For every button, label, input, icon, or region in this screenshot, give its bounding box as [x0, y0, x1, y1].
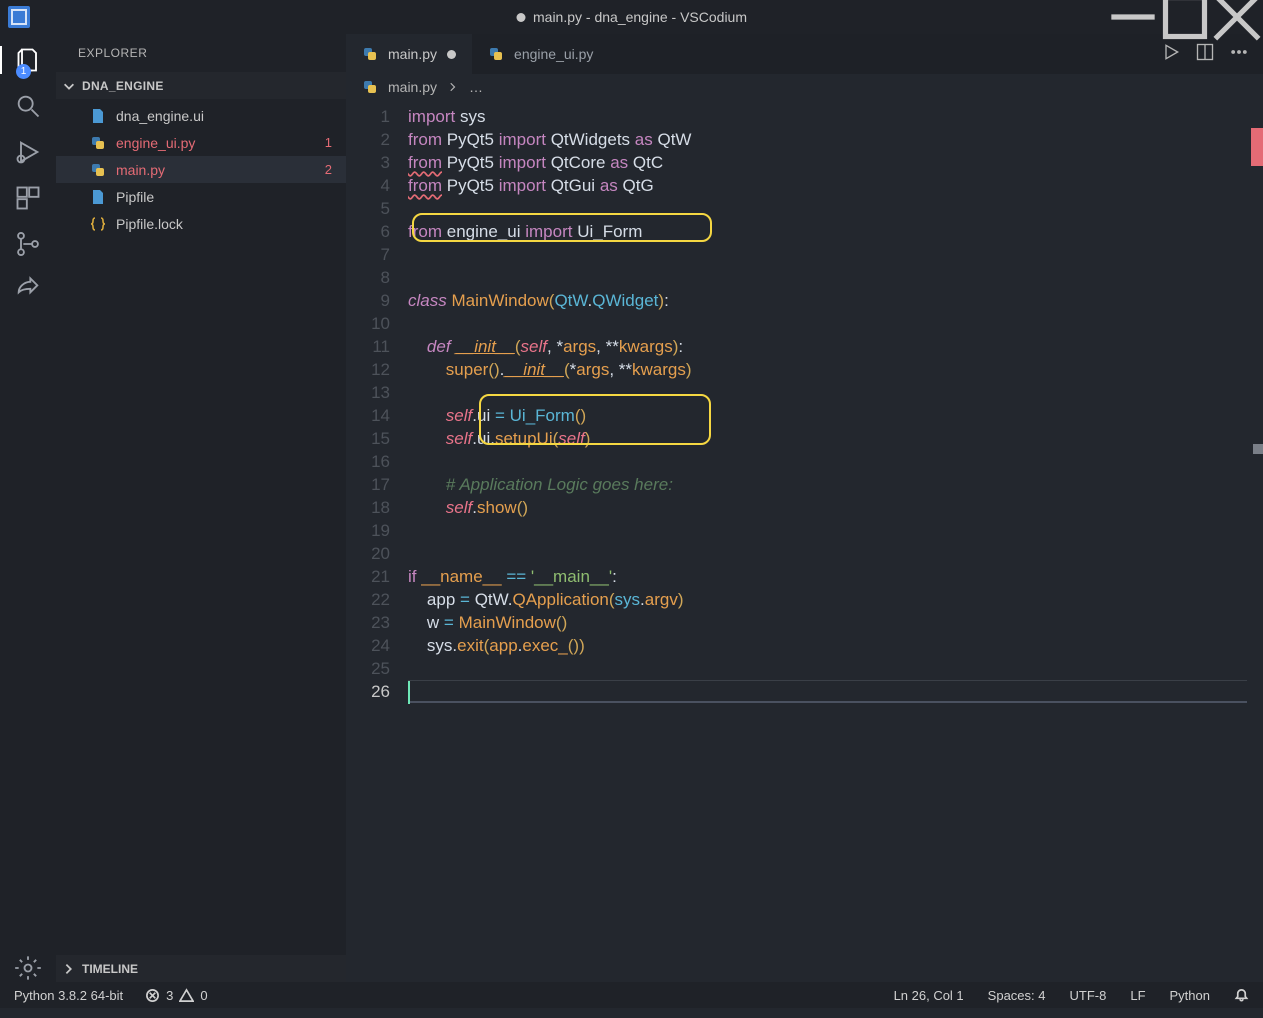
explorer-sidebar: EXPLORER DNA_ENGINE dna_engine.ui engine…: [56, 34, 346, 982]
file-tree: dna_engine.ui engine_ui.py 1 main.py 2 P…: [56, 99, 346, 240]
sidebar-folder-header[interactable]: DNA_ENGINE: [56, 72, 346, 99]
activity-settings[interactable]: [0, 954, 56, 982]
file-icon: [90, 189, 106, 205]
split-editor-button[interactable]: [1195, 42, 1215, 67]
overview-ruler[interactable]: [1247, 100, 1263, 982]
sidebar-title: EXPLORER: [56, 34, 346, 72]
explorer-badge: 1: [16, 64, 31, 79]
status-encoding[interactable]: UTF-8: [1070, 988, 1107, 1003]
modified-dot-icon: [447, 50, 456, 59]
overview-cursor-marker: [1253, 444, 1263, 454]
warning-icon: [179, 988, 194, 1003]
status-eol[interactable]: LF: [1130, 988, 1145, 1003]
status-problems[interactable]: 3 0: [145, 988, 207, 1003]
python-icon: [488, 46, 504, 62]
status-notifications[interactable]: [1234, 988, 1249, 1003]
json-icon: [90, 216, 106, 232]
status-cursor-position[interactable]: Ln 26, Col 1: [894, 988, 964, 1003]
modified-dot-icon: [516, 13, 525, 22]
app-icon: [8, 6, 30, 28]
python-icon: [362, 79, 378, 95]
activity-explorer[interactable]: 1: [0, 46, 56, 74]
breadcrumb[interactable]: main.py …: [346, 74, 1263, 100]
error-icon: [145, 988, 160, 1003]
code-editor[interactable]: 1234567891011121314151617181920212223242…: [346, 100, 1263, 982]
status-bar: Python 3.8.2 64-bit 3 0 Ln 26, Col 1 Spa…: [0, 982, 1263, 1008]
chevron-right-icon: [62, 962, 76, 976]
tab-main-py[interactable]: main.py: [346, 34, 472, 74]
gutter: 1234567891011121314151617181920212223242…: [346, 100, 408, 982]
overview-error-marker: [1251, 128, 1263, 166]
chevron-right-icon: [447, 81, 459, 93]
python-icon: [90, 135, 106, 151]
close-button[interactable]: [1211, 0, 1263, 34]
title-bar: main.py - dna_engine - VSCodium: [0, 0, 1263, 34]
activity-scm[interactable]: [0, 230, 56, 258]
chevron-down-icon: [62, 79, 76, 93]
sidebar-timeline-header[interactable]: TIMELINE: [56, 955, 346, 982]
activity-search[interactable]: [0, 92, 56, 120]
maximize-button[interactable]: [1159, 0, 1211, 34]
run-button[interactable]: [1161, 42, 1181, 67]
code-content[interactable]: import sys from PyQt5 import QtWidgets a…: [408, 100, 1263, 982]
more-actions-button[interactable]: [1229, 42, 1249, 67]
status-language[interactable]: Python: [1170, 988, 1210, 1003]
python-icon: [362, 46, 378, 62]
file-engine-ui-py[interactable]: engine_ui.py 1: [56, 129, 346, 156]
status-python-version[interactable]: Python 3.8.2 64-bit: [14, 988, 123, 1003]
activity-share[interactable]: [0, 276, 56, 304]
file-pipfile-lock[interactable]: Pipfile.lock: [56, 210, 346, 237]
status-indentation[interactable]: Spaces: 4: [988, 988, 1046, 1003]
file-icon: [90, 108, 106, 124]
bell-icon: [1234, 988, 1249, 1003]
python-icon: [90, 162, 106, 178]
file-pipfile[interactable]: Pipfile: [56, 183, 346, 210]
window-title-group: main.py - dna_engine - VSCodium: [516, 9, 747, 25]
file-dna-engine-ui[interactable]: dna_engine.ui: [56, 102, 346, 129]
activity-bar: 1: [0, 34, 56, 982]
tab-engine-ui-py[interactable]: engine_ui.py: [472, 34, 609, 74]
file-main-py[interactable]: main.py 2: [56, 156, 346, 183]
activity-extensions[interactable]: [0, 184, 56, 212]
minimize-button[interactable]: [1107, 0, 1159, 34]
window-title: main.py - dna_engine - VSCodium: [533, 9, 747, 25]
editor-area: main.py engine_ui.py main.py … 123456789…: [346, 34, 1263, 982]
activity-debug[interactable]: [0, 138, 56, 166]
